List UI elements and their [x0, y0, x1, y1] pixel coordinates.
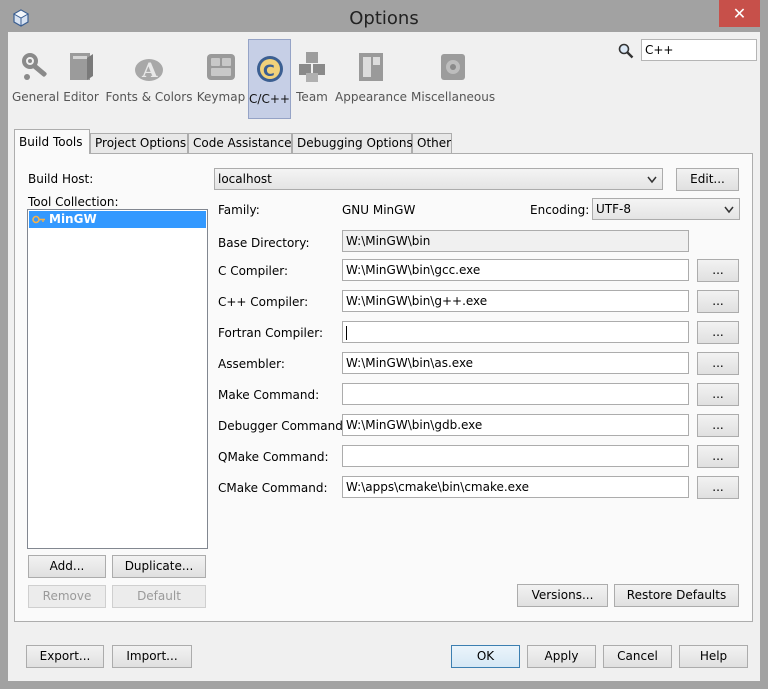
category-label: General: [12, 90, 60, 104]
fortran-compiler-field[interactable]: [342, 321, 689, 343]
list-item-label: MinGW: [49, 212, 97, 226]
tab-code-assistance[interactable]: Code Assistance: [188, 133, 292, 153]
c-compiler-browse-button[interactable]: ...: [697, 259, 739, 282]
title-bar[interactable]: Options ✕: [0, 0, 768, 36]
options-window: Options ✕ General Editor A Fonts & Color…: [0, 0, 768, 689]
category-cpp[interactable]: C C/C++: [248, 39, 291, 119]
build-host-label: Build Host:: [28, 172, 94, 186]
assembler-field[interactable]: W:\MinGW\bin\as.exe: [342, 352, 689, 374]
base-directory-field: W:\MinGW\bin: [342, 230, 689, 252]
fortran-compiler-label: Fortran Compiler:: [218, 326, 324, 340]
general-icon: [22, 53, 47, 80]
category-appearance[interactable]: Appearance: [335, 38, 407, 118]
category-label: Team: [296, 90, 328, 104]
list-item-mingw[interactable]: MinGW: [29, 211, 206, 228]
tool-collection-label: Tool Collection:: [28, 195, 119, 209]
debugger-command-field[interactable]: W:\MinGW\bin\gdb.exe: [342, 414, 689, 436]
cpp-compiler-field[interactable]: W:\MinGW\bin\g++.exe: [342, 290, 689, 312]
qmake-command-browse-button[interactable]: ...: [697, 445, 739, 468]
category-keymap[interactable]: Keymap: [196, 38, 246, 118]
chevron-down-icon: [647, 176, 657, 184]
category-label: Appearance: [335, 90, 408, 104]
help-button[interactable]: Help: [679, 645, 748, 668]
miscellaneous-icon: [441, 54, 465, 80]
encoding-value: UTF-8: [596, 202, 631, 216]
category-editor[interactable]: Editor: [61, 38, 101, 118]
cancel-button[interactable]: Cancel: [603, 645, 672, 668]
build-host-select[interactable]: localhost: [214, 168, 663, 190]
tool-collection-list[interactable]: MinGW: [27, 209, 208, 549]
text-caret: [346, 325, 347, 340]
base-directory-label: Base Directory:: [218, 236, 310, 250]
qmake-command-label: QMake Command:: [218, 450, 329, 464]
tab-debugging-options[interactable]: Debugging Options: [292, 133, 413, 153]
fortran-compiler-browse-button[interactable]: ...: [697, 321, 739, 344]
restore-defaults-button[interactable]: Restore Defaults: [614, 584, 739, 607]
qmake-command-field[interactable]: [342, 445, 689, 467]
encoding-label: Encoding:: [530, 203, 590, 217]
cpp-compiler-label: C++ Compiler:: [218, 295, 309, 309]
category-team[interactable]: Team: [293, 38, 331, 118]
make-command-field[interactable]: [342, 383, 689, 405]
cpp-compiler-browse-button[interactable]: ...: [697, 290, 739, 313]
make-command-browse-button[interactable]: ...: [697, 383, 739, 406]
versions-button[interactable]: Versions...: [517, 584, 608, 607]
debugger-command-label: Debugger Command:: [218, 419, 347, 433]
chevron-down-icon: [724, 206, 734, 214]
assembler-label: Assembler:: [218, 357, 285, 371]
cmake-command-label: CMake Command:: [218, 481, 328, 495]
keymap-icon: [207, 54, 235, 80]
tab-build-tools[interactable]: Build Tools: [14, 129, 90, 154]
debugger-command-browse-button[interactable]: ...: [697, 414, 739, 437]
c-compiler-field[interactable]: W:\MinGW\bin\gcc.exe: [342, 259, 689, 281]
make-command-label: Make Command:: [218, 388, 320, 402]
build-host-value: localhost: [218, 172, 272, 186]
search-input[interactable]: [641, 39, 757, 61]
apply-button[interactable]: Apply: [527, 645, 596, 668]
default-button[interactable]: Default: [112, 585, 206, 608]
tab-other[interactable]: Other: [412, 133, 452, 153]
family-label: Family:: [218, 203, 260, 217]
family-value: GNU MinGW: [342, 203, 416, 217]
remove-button[interactable]: Remove: [28, 585, 106, 608]
dialog-content: General Editor A Fonts & Colors Keymap C…: [8, 32, 760, 681]
duplicate-button[interactable]: Duplicate...: [112, 555, 206, 578]
close-button[interactable]: ✕: [719, 0, 760, 27]
ok-button[interactable]: OK: [451, 645, 520, 668]
import-button[interactable]: Import...: [112, 645, 192, 668]
window-title: Options: [349, 8, 419, 29]
assembler-browse-button[interactable]: ...: [697, 352, 739, 375]
add-button[interactable]: Add...: [28, 555, 106, 578]
tab-project-options[interactable]: Project Options: [90, 133, 188, 153]
category-miscellaneous[interactable]: Miscellaneous: [411, 38, 495, 118]
encoding-select[interactable]: UTF-8: [592, 198, 740, 220]
svg-text:C: C: [263, 61, 275, 80]
category-label: Fonts & Colors: [105, 90, 193, 104]
category-label: Keymap: [196, 90, 246, 104]
category-label: Editor: [63, 90, 99, 104]
search-icon: [618, 43, 634, 59]
category-toolbar: General Editor A Fonts & Colors Keymap C…: [8, 38, 508, 119]
fonts-colors-icon: A: [135, 58, 163, 82]
category-label: Miscellaneous: [411, 90, 496, 104]
category-general[interactable]: General: [12, 38, 60, 118]
category-fonts-colors[interactable]: A Fonts & Colors: [104, 38, 194, 118]
editor-icon: [70, 53, 93, 80]
cmake-command-field[interactable]: W:\apps\cmake\bin\cmake.exe: [342, 476, 689, 498]
c-compiler-label: C Compiler:: [218, 264, 289, 278]
svg-text:A: A: [141, 58, 158, 82]
cpp-icon: C: [256, 56, 283, 82]
key-icon: [32, 215, 45, 224]
appearance-icon: [359, 53, 383, 81]
cmake-command-browse-button[interactable]: ...: [697, 476, 739, 499]
edit-host-button[interactable]: Edit...: [676, 168, 739, 191]
export-button[interactable]: Export...: [26, 645, 104, 668]
team-icon: [299, 52, 325, 82]
category-label: C/C++: [249, 92, 290, 106]
